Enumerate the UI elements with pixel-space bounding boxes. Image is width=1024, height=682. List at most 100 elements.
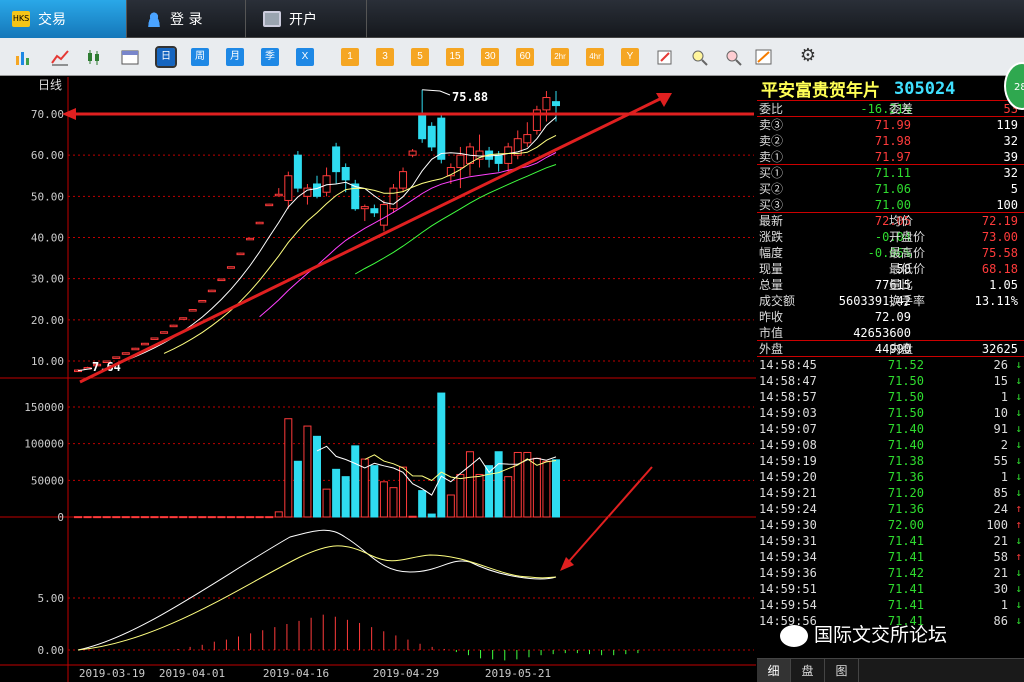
tab-detail[interactable]: 细	[757, 659, 791, 682]
tick-time: 14:59:24	[759, 502, 817, 516]
candle-body	[293, 154, 302, 189]
tick-row[interactable]: 14:59:19 71.38 55 ↓	[757, 453, 1024, 469]
volume-bar	[207, 516, 216, 519]
y-tick-label: 10.00	[31, 355, 64, 368]
line-chart-icon[interactable]	[50, 48, 70, 66]
tick-row[interactable]: 14:58:45 71.52 26 ↓	[757, 357, 1024, 373]
zoom-in-icon[interactable]	[690, 48, 710, 66]
calendar-icon[interactable]	[120, 48, 140, 66]
candle-body	[274, 193, 283, 197]
tick-price: 71.50	[887, 390, 924, 404]
volume-tick-label: 50000	[31, 474, 64, 487]
tick-row[interactable]: 14:59:51 71.41 30 ↓	[757, 581, 1024, 597]
arrow-up-icon: ↑	[1015, 502, 1022, 515]
tick-price: 71.36	[887, 470, 924, 484]
stat-label: 现量	[759, 262, 784, 276]
tick-row[interactable]: 14:59:03 71.50 10 ↓	[757, 405, 1024, 421]
x-date-label: 2019-05-21	[485, 667, 551, 680]
weicha-label: 委差	[889, 102, 914, 116]
tick-row[interactable]: 14:59:34 71.41 58 ↑	[757, 549, 1024, 565]
candlestick-icon[interactable]	[85, 48, 105, 66]
tab-trade[interactable]: HKS 交易	[0, 0, 127, 38]
tab-orderbook[interactable]: 盘	[791, 659, 825, 682]
tab-login[interactable]: 登 录	[128, 0, 246, 38]
buy-label: 买③	[759, 198, 784, 212]
year-button[interactable]: Y	[621, 48, 639, 66]
y-tick-label: 70.00	[31, 108, 64, 121]
y-tick-label: 30.00	[31, 273, 64, 286]
volume-bar	[293, 460, 302, 518]
min-5-button[interactable]: 5	[411, 48, 429, 66]
candle-body	[351, 183, 360, 210]
candle-body	[360, 206, 369, 210]
arrow-down-icon: ↓	[1015, 582, 1022, 595]
stat-row: 现量 58 最低价 68.18	[757, 261, 1024, 277]
arrow-down-icon: ↓	[1015, 470, 1022, 483]
min-1-button[interactable]: 1	[341, 48, 359, 66]
tick-row[interactable]: 14:59:21 71.20 85 ↓	[757, 485, 1024, 501]
arrow-down-icon: ↓	[1015, 598, 1022, 611]
tick-row[interactable]: 14:58:47 71.50 15 ↓	[757, 373, 1024, 389]
edit-icon[interactable]	[655, 48, 675, 66]
min-60-button[interactable]: 60	[516, 48, 534, 66]
period-week-button[interactable]: 周	[191, 48, 209, 66]
tick-row[interactable]: 14:59:31 71.41 21 ↓	[757, 533, 1024, 549]
draw-icon[interactable]	[754, 48, 774, 66]
tick-volume: 86	[993, 614, 1008, 628]
period-day-button[interactable]: 日	[155, 46, 177, 68]
stat-label: 最新	[759, 214, 784, 228]
hr-2-button[interactable]: 2hr	[551, 48, 569, 66]
tick-row[interactable]: 14:59:07 71.40 91 ↓	[757, 421, 1024, 437]
stat-label: 总量	[759, 278, 784, 292]
min-15-button[interactable]: 15	[446, 48, 464, 66]
arrow-down-icon: ↓	[1015, 454, 1022, 467]
bar-chart-icon[interactable]	[14, 48, 34, 66]
tick-list[interactable]: 14:58:45 71.52 26 ↓ 14:58:47 71.50 15 ↓ 14:58:57…	[757, 357, 1024, 629]
tick-row[interactable]: 14:59:54 71.41 1 ↓	[757, 597, 1024, 613]
volume-bar	[284, 418, 293, 518]
arrow-down-icon: ↓	[1015, 566, 1022, 579]
tick-row[interactable]: 14:59:36 71.42 21 ↓	[757, 565, 1024, 581]
period-season-button[interactable]: 季	[261, 48, 279, 66]
kline-chart[interactable]: 70.00 60.00 50.00 40.00 30.00 20.00 10.00 日线 75.…	[0, 77, 756, 682]
buy-price: 71.00	[874, 198, 911, 212]
market-value-row: 市值 42653600	[757, 325, 1024, 341]
tick-row[interactable]: 14:59:20 71.36 1 ↓	[757, 469, 1024, 485]
sell-label: 卖①	[759, 150, 784, 164]
period-month-button[interactable]: 月	[226, 48, 244, 66]
tick-row[interactable]: 14:59:30 72.00 100 ↑	[757, 517, 1024, 533]
tick-price: 71.41	[887, 598, 924, 612]
prev-close-row: 昨收 72.09	[757, 309, 1024, 325]
tick-row[interactable]: 14:59:24 71.36 24 ↑	[757, 501, 1024, 517]
tick-time: 14:58:47	[759, 374, 817, 388]
trade-icon: HKS	[12, 11, 30, 27]
candle-body	[504, 146, 513, 164]
tick-row[interactable]: 14:59:08 71.40 2 ↓	[757, 437, 1024, 453]
tick-time: 14:59:19	[759, 454, 817, 468]
volume-bar	[332, 468, 341, 518]
period-x-button[interactable]: X	[296, 48, 314, 66]
min-30-button[interactable]: 30	[481, 48, 499, 66]
hr-4-button[interactable]: 4hr	[586, 48, 604, 66]
tick-row[interactable]: 14:58:57 71.50 1 ↓	[757, 389, 1024, 405]
zoom-out-icon[interactable]	[724, 48, 744, 66]
sell-row: 卖① 71.97 39	[757, 149, 1024, 165]
candle-body	[494, 154, 503, 164]
wechat-icon	[780, 624, 808, 647]
arrow-down-icon: ↓	[1015, 374, 1022, 387]
inner-label: 内盘	[889, 342, 914, 356]
ma20-line	[259, 152, 557, 318]
gear-icon[interactable]: ⚙	[798, 46, 818, 64]
tick-price: 71.42	[887, 566, 924, 580]
tab-open-account[interactable]: 开户	[247, 0, 367, 38]
volume-bar	[351, 445, 360, 518]
tab-login-label: 登 录	[170, 12, 203, 28]
buy-volume: 100	[996, 198, 1018, 212]
volume-bar	[274, 511, 283, 518]
candle-body	[399, 171, 408, 189]
sell-volume: 119	[996, 118, 1018, 132]
min-3-button[interactable]: 3	[376, 48, 394, 66]
volume-bar	[322, 488, 331, 518]
tab-chart[interactable]: 图	[825, 659, 859, 682]
candle-body	[332, 146, 341, 173]
